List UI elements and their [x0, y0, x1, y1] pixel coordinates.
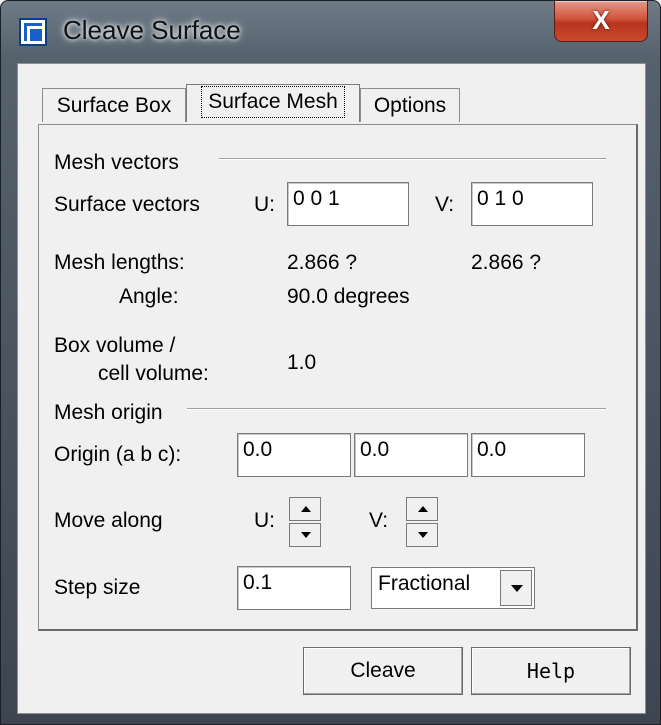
move-v-spinner[interactable] [406, 497, 438, 547]
u-mesh-length-value: 2.866 ? [287, 251, 358, 274]
box-volume-label: Box volume / [54, 334, 176, 357]
arrow-up-icon [418, 506, 428, 512]
app-icon [19, 18, 47, 46]
origin-abc-label: Origin (a b c): [54, 443, 182, 466]
origin-a-input[interactable]: 0.0 [237, 433, 351, 477]
mesh-lengths-label: Mesh lengths: [54, 251, 185, 274]
angle-label: Angle: [119, 285, 179, 308]
cell-volume-label: cell volume: [98, 362, 209, 385]
help-button[interactable]: Help [471, 647, 631, 695]
move-v-down-button[interactable] [406, 523, 438, 547]
mesh-vectors-divider [219, 158, 606, 160]
dialog-body: Surface Box Surface Mesh Options Mesh ve… [17, 63, 646, 714]
angle-value: 90.0 degrees [287, 285, 410, 308]
move-v-label: V: [369, 509, 389, 532]
tab-surface-mesh-label: Surface Mesh [201, 86, 345, 118]
arrow-down-icon [301, 532, 311, 538]
v-vector-input[interactable]: 0 1 0 [471, 182, 593, 226]
move-u-down-button[interactable] [289, 523, 321, 547]
origin-b-input[interactable]: 0.0 [354, 433, 468, 477]
move-along-label: Move along [54, 509, 163, 532]
cleave-button[interactable]: Cleave [303, 647, 463, 695]
chevron-down-icon [511, 585, 523, 592]
box-volume-value: 1.0 [287, 351, 317, 374]
move-u-label: U: [254, 509, 275, 532]
tab-surface-mesh[interactable]: Surface Mesh [186, 84, 360, 122]
tab-options[interactable]: Options [360, 88, 460, 122]
step-mode-select[interactable]: Fractional [371, 567, 535, 609]
u-vector-label: U: [254, 193, 275, 216]
step-size-label: Step size [54, 576, 141, 599]
move-u-up-button[interactable] [289, 497, 321, 521]
move-v-up-button[interactable] [406, 497, 438, 521]
mesh-origin-divider [187, 408, 606, 410]
surface-mesh-panel: Mesh vectors Surface vectors U: 0 0 1 V:… [38, 124, 638, 631]
arrow-down-icon [418, 532, 428, 538]
title-bar[interactable]: Cleave Surface X [1, 1, 660, 63]
step-size-input[interactable]: 0.1 [237, 566, 351, 610]
v-vector-label: V: [435, 193, 455, 216]
mesh-origin-heading: Mesh origin [54, 401, 163, 424]
close-icon: X [592, 5, 610, 35]
mesh-vectors-heading: Mesh vectors [54, 151, 179, 174]
step-mode-value: Fractional [378, 572, 471, 595]
cleave-surface-window: Cleave Surface X Surface Box Surface Mes… [0, 0, 661, 725]
v-mesh-length-value: 2.866 ? [471, 251, 542, 274]
surface-vectors-label: Surface vectors [54, 193, 200, 216]
dropdown-button[interactable] [500, 570, 532, 606]
move-u-spinner[interactable] [289, 497, 321, 547]
close-button[interactable]: X [554, 1, 648, 42]
window-title: Cleave Surface [63, 15, 241, 45]
arrow-up-icon [301, 506, 311, 512]
tab-surface-box[interactable]: Surface Box [42, 88, 186, 122]
u-vector-input[interactable]: 0 0 1 [287, 182, 409, 226]
origin-c-input[interactable]: 0.0 [471, 433, 585, 477]
